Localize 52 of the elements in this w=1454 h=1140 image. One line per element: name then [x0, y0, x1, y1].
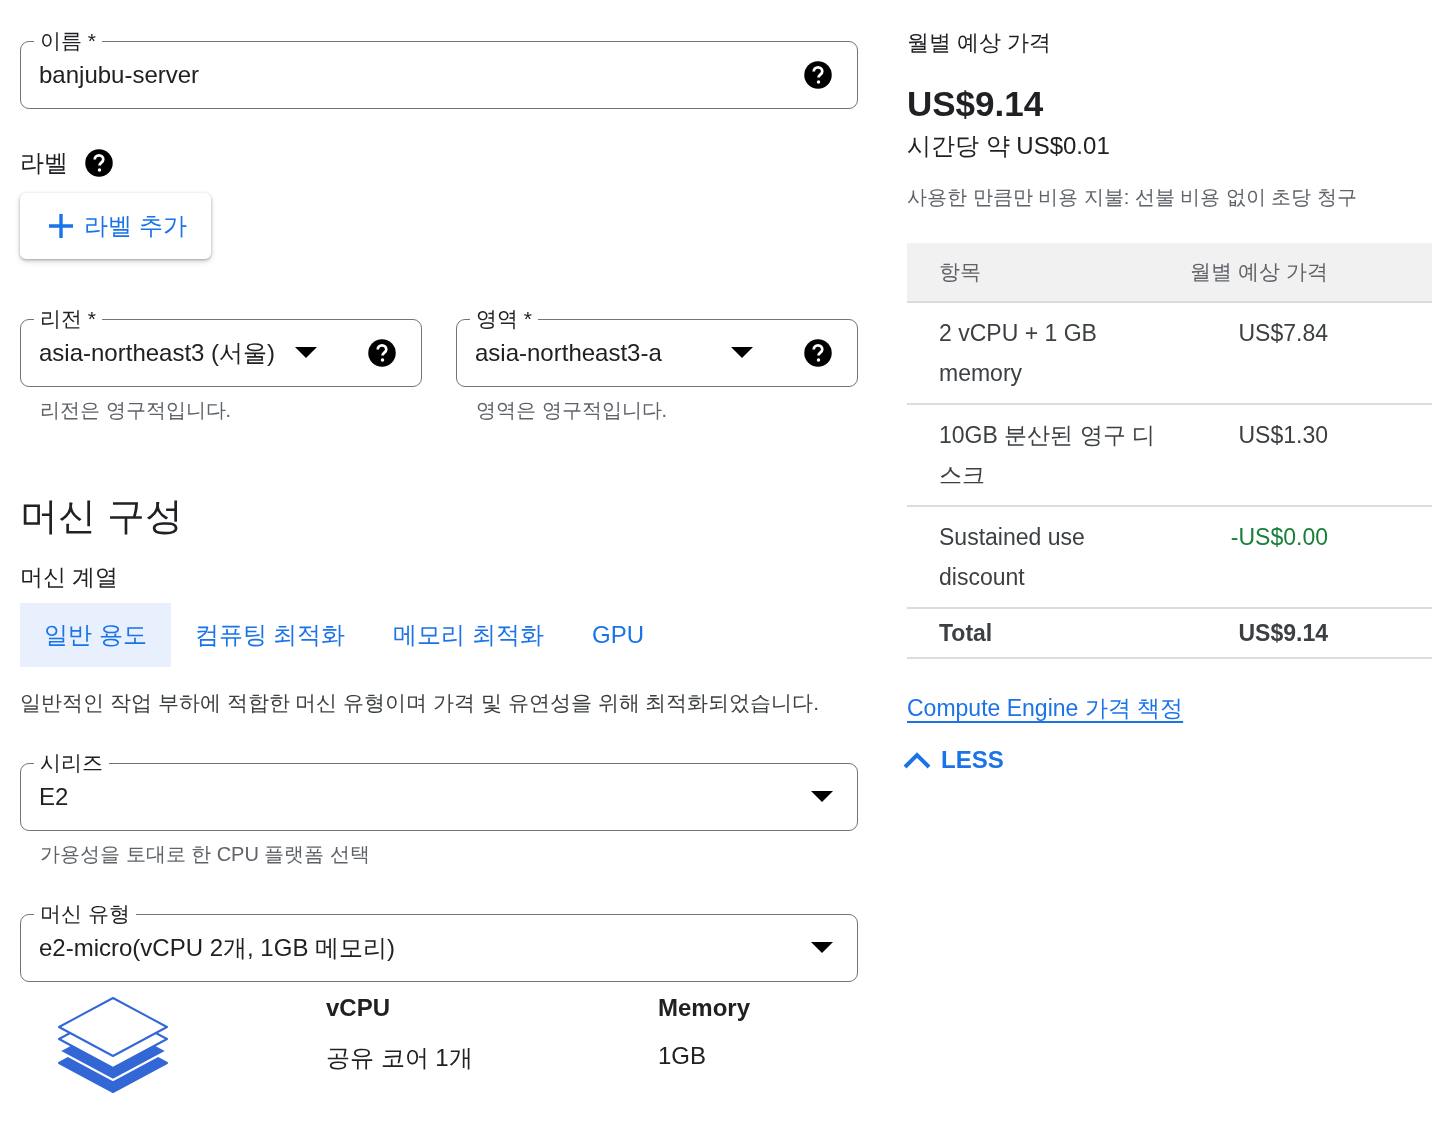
field-value: asia-northeast3 (서울) [39, 338, 276, 368]
item-cell: Sustained use discount [907, 506, 1179, 608]
price-title: 월별 예상 가격 [907, 29, 1053, 57]
item-cell: Total [907, 608, 1179, 658]
field-hint: 가용성을 토대로 한 CPU 플랫폼 선택 [39, 842, 371, 867]
chevron-up-icon [903, 751, 931, 769]
add-label-button[interactable]: 라벨 추가 [20, 193, 211, 259]
item-cell: 2 vCPU + 1 GB memory [907, 302, 1179, 404]
field-label: 머신 계열 [20, 563, 120, 592]
field-hint: 리전은 영구적입니다. [39, 398, 233, 423]
help-icon[interactable] [84, 148, 114, 178]
field-value: banjubu-server [39, 61, 201, 89]
pricing-link[interactable]: Compute Engine 가격 책정 [907, 693, 1184, 724]
dropdown-caret-icon [811, 791, 833, 803]
tab[interactable]: 일반 용도 [20, 603, 171, 667]
field-label: 시리즈 [34, 751, 109, 775]
spec-value: 1GB [658, 1042, 708, 1070]
tab[interactable]: 컴퓨팅 최적화 [170, 603, 370, 667]
column-header: 월별 예상 가격 [1179, 243, 1432, 302]
billing-note: 사용한 만큼만 비용 지불: 선불 비용 없이 초당 청구 [907, 185, 1358, 210]
field-label: 영역 * [470, 307, 538, 331]
price-cell: US$7.84 [1179, 302, 1432, 404]
field-value: E2 [39, 783, 70, 811]
monthly-price: US$9.14 [907, 84, 1045, 124]
field-hint: 영역은 영구적입니다. [475, 398, 669, 423]
spec-heading: vCPU [326, 994, 392, 1022]
field-label: 이름 * [34, 29, 102, 53]
price-cell: -US$0.00 [1179, 506, 1432, 608]
dropdown-caret-icon [295, 347, 317, 359]
tab[interactable]: GPU [568, 603, 669, 667]
price-cell: US$9.14 [1179, 608, 1432, 658]
column-header: 항목 [907, 243, 1179, 302]
dropdown-caret-icon [811, 942, 833, 954]
field-value: e2-micro(vCPU 2개, 1GB 메모리) [39, 933, 397, 963]
hourly-price: 시간당 약 US$0.01 [907, 131, 1111, 161]
item-cell: 10GB 분산된 영구 디스크 [907, 404, 1179, 506]
section-heading: 머신 구성 [20, 494, 184, 538]
price-cell: US$1.30 [1179, 404, 1432, 506]
field-value: asia-northeast3-a [475, 339, 662, 367]
less-button[interactable]: LESS [903, 746, 1004, 774]
description-text: 일반적인 작업 부하에 적합한 머신 유형이며 가격 및 유연성을 위해 최적화되었습니다. [20, 690, 821, 716]
dropdown-caret-icon [731, 347, 753, 359]
tab[interactable]: 메모리 최적화 [369, 603, 568, 667]
section-label: 라벨 [20, 148, 68, 178]
spec-value: 공유 코어 1개 [326, 1043, 474, 1073]
field-label: 리전 * [34, 307, 102, 331]
spec-heading: Memory [658, 994, 751, 1022]
help-icon[interactable] [367, 338, 397, 368]
field-label: 머신 유형 [34, 902, 136, 926]
help-icon[interactable] [803, 60, 833, 90]
plus-icon [48, 213, 74, 239]
help-icon[interactable] [803, 338, 833, 368]
